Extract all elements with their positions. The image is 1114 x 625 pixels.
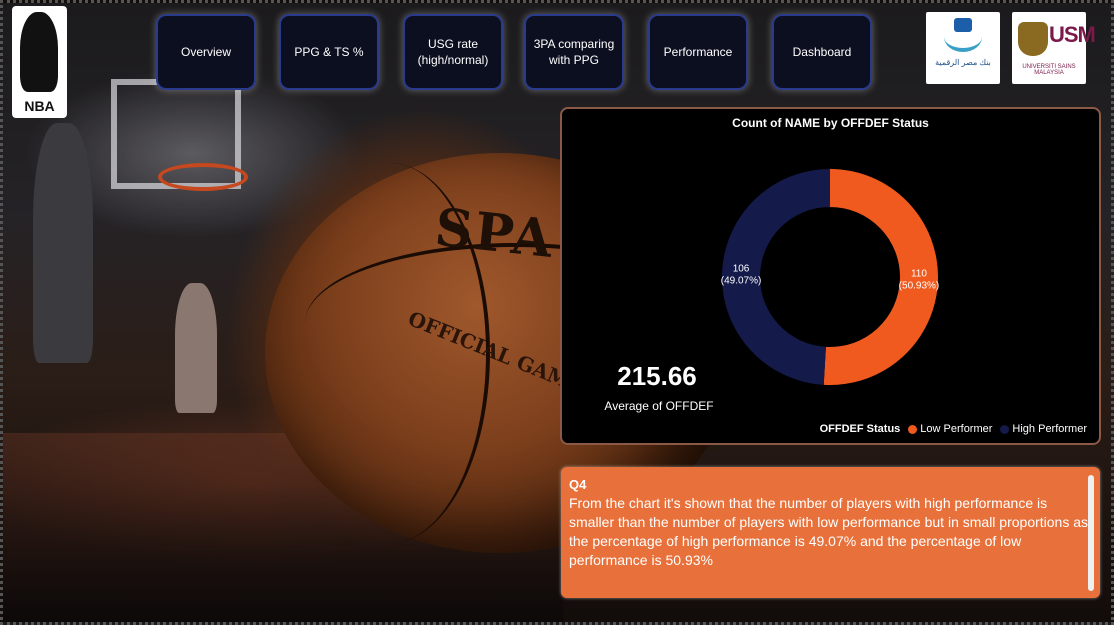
legend-dot-icon	[1000, 424, 1010, 434]
insight-text: From the chart it's shown that the numbe…	[569, 495, 1089, 568]
nav-overview-button[interactable]: Overview	[156, 14, 256, 90]
nav-dashboard-button[interactable]: Dashboard	[772, 14, 872, 90]
usm-logo-text: USM	[1049, 22, 1096, 47]
slice-percent-label: (49.07%)	[721, 275, 762, 286]
nav-3pa-ppg-button[interactable]: 3PA comparing with PPG	[524, 14, 624, 90]
slice-value-label: 106	[733, 263, 750, 274]
legend-label-low: Low Performer	[920, 423, 993, 435]
kpi-value: 215.66	[617, 361, 697, 391]
usm-crest-icon	[1018, 22, 1048, 56]
donut-chart-panel: Count of NAME by OFFDEF Status 110 (50.93…	[560, 107, 1101, 445]
kpi-label: Average of OFFDEF	[604, 399, 714, 413]
player-silhouette	[33, 123, 93, 363]
nba-logo: NBA	[12, 6, 67, 118]
partner-logo-left: بنك مصر الرقمية	[926, 12, 1000, 84]
donut-chart: 110(50.93%) 106(49.07%)	[721, 169, 940, 386]
insight-panel: Q4 From the chart it's shown that the nu…	[561, 467, 1100, 598]
nav-performance-button[interactable]: Performance	[648, 14, 748, 90]
hoop-rim	[158, 163, 248, 191]
chart-legend: OFFDEF Status Low Performer High Perform…	[820, 423, 1091, 435]
insight-scrollbar[interactable]	[1088, 475, 1094, 591]
slice-percent-label: (50.93%)	[899, 281, 940, 292]
slice-value-label: 110	[911, 269, 927, 280]
nav-usg-rate-button[interactable]: USG rate (high/normal)	[403, 14, 503, 90]
legend-item-high[interactable]: High Performer	[1000, 423, 1087, 435]
insight-heading: Q4	[569, 477, 587, 492]
player-silhouette	[175, 283, 217, 413]
ball-brand-text: SPA	[432, 196, 558, 271]
nav-ppg-ts-button[interactable]: PPG & TS %	[279, 14, 379, 90]
nba-player-silhouette-icon	[20, 12, 58, 92]
usm-logo: USM UNIVERSITI SAINS MALAYSIA	[1012, 12, 1096, 84]
legend-item-low[interactable]: Low Performer	[908, 423, 992, 435]
nba-logo-text: NBA	[24, 98, 55, 114]
usm-logo-caption: UNIVERSITI SAINS MALAYSIA	[1022, 64, 1076, 76]
legend-title: OFFDEF Status	[819, 423, 901, 435]
legend-dot-icon	[908, 424, 918, 434]
partner-logo-caption: بنك مصر الرقمية	[935, 58, 991, 67]
legend-label-high: High Performer	[1012, 423, 1087, 435]
